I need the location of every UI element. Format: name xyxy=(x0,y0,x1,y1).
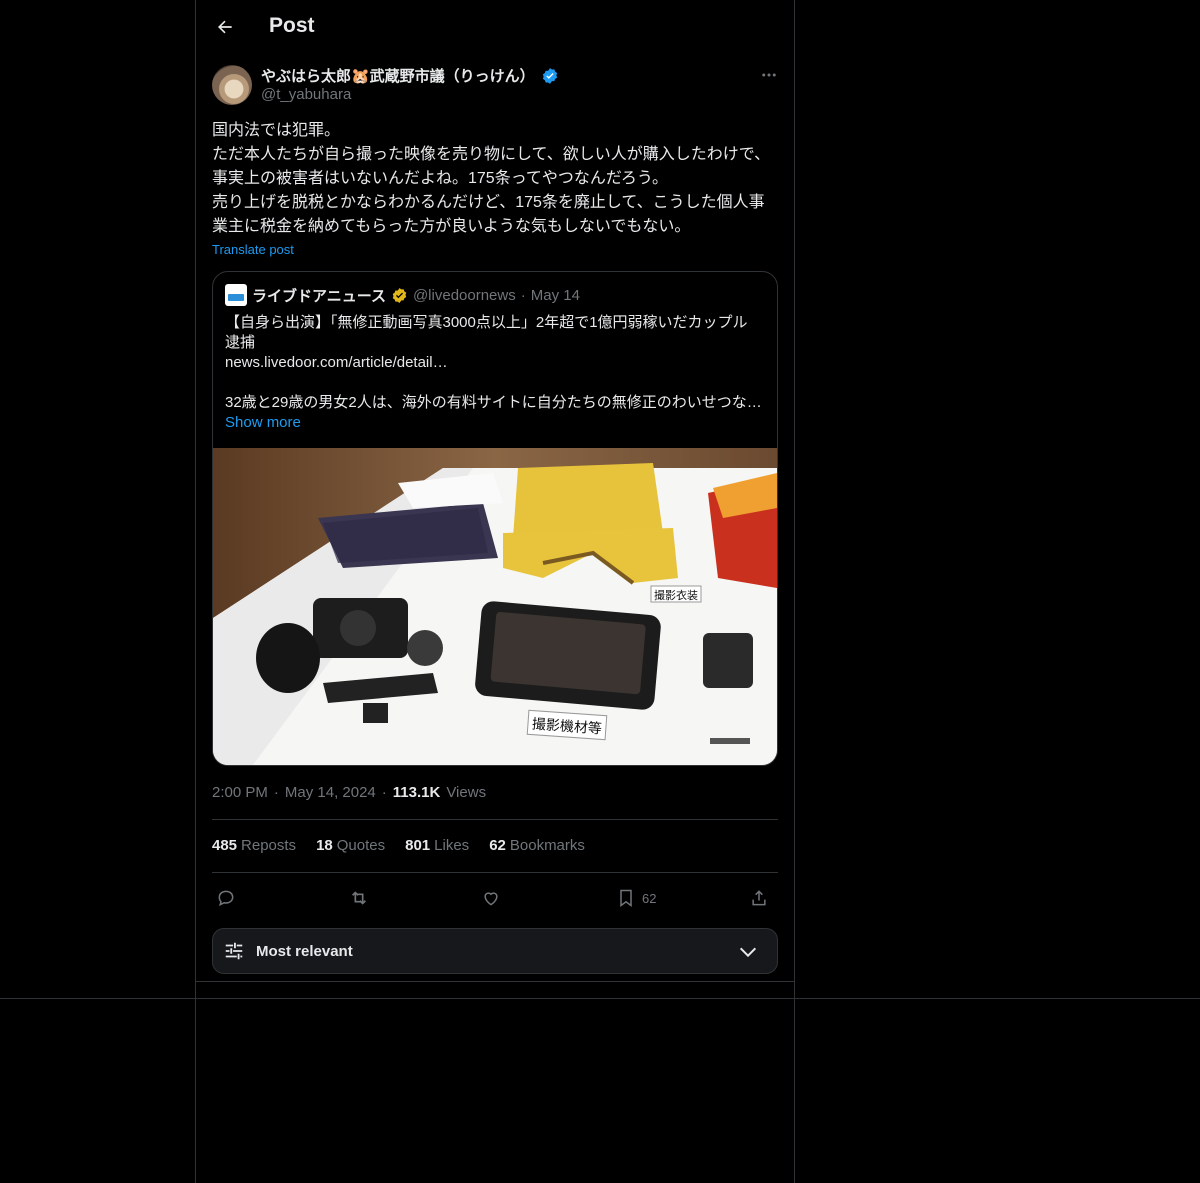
quoted-text-line: 逮捕 xyxy=(225,334,256,351)
page-title: Post xyxy=(269,14,315,37)
separator-dot: · xyxy=(273,784,279,801)
bookmarks-stat[interactable]: 62 Bookmarks xyxy=(489,837,585,854)
reposts-stat[interactable]: 485 Reposts xyxy=(212,837,296,854)
quoted-post-date: May 14 xyxy=(530,286,580,304)
quotes-stat[interactable]: 18 Quotes xyxy=(316,837,385,854)
show-more-link[interactable]: Show more xyxy=(225,414,301,431)
separator-dot: · xyxy=(520,286,526,304)
share-icon xyxy=(752,890,766,906)
reply-sort-dropdown[interactable]: Most relevant xyxy=(212,928,778,974)
main-column: Post やぶはら太郎🐹武蔵野市議（りっけん） @t_yabuhara 国内法で… xyxy=(195,0,795,1183)
reply-icon xyxy=(218,890,234,907)
quoted-author-handle: @livedoornews xyxy=(412,286,516,304)
back-button[interactable] xyxy=(212,14,238,40)
bookmark-icon xyxy=(620,889,632,907)
like-button[interactable] xyxy=(481,883,501,913)
bookmark-button[interactable]: 62 xyxy=(616,883,656,913)
sliders-icon xyxy=(225,942,243,960)
quoted-post-card[interactable]: ライブドアニュース @livedoornews · May 14 【自身ら出演】… xyxy=(212,271,778,766)
arrow-left-icon xyxy=(218,20,232,34)
top-bar: Post xyxy=(196,0,794,53)
author-name-row[interactable]: やぶはら太郎🐹武蔵野市議（りっけん） xyxy=(261,65,559,86)
quoted-post-header: ライブドアニュース @livedoornews · May 14 xyxy=(225,284,580,306)
divider xyxy=(212,872,778,873)
translate-post-link[interactable]: Translate post xyxy=(212,242,294,257)
divider xyxy=(212,819,778,820)
quoted-author-name: ライブドアニュース xyxy=(252,287,386,305)
quoted-text-line: 【自身ら出演】「無修正動画写真3000点以上」2年超で1億円弱稼いだカップル xyxy=(225,314,748,331)
sort-label: Most relevant xyxy=(256,943,353,960)
share-button[interactable] xyxy=(749,883,769,913)
verified-gold-badge-icon xyxy=(392,287,407,303)
heart-icon xyxy=(484,892,498,906)
photo-evidence-table: 撮影衣装 撮影機材等 xyxy=(213,448,777,765)
views-label: Views xyxy=(446,784,487,801)
image-label-costume: 撮影衣装 xyxy=(654,588,698,602)
bookmark-count: 62 xyxy=(642,890,657,906)
repost-icon xyxy=(351,891,367,905)
views-count: 113.1K xyxy=(392,784,441,801)
chevron-down-icon xyxy=(739,947,757,958)
post-meta: 2:00 PM · May 14, 2024 · 113.1K Views xyxy=(212,784,486,801)
verified-badge-icon xyxy=(542,67,557,84)
repost-button[interactable] xyxy=(348,883,370,913)
quoted-post-photo[interactable]: 撮影衣装 撮影機材等 xyxy=(213,448,777,765)
post-time[interactable]: 2:00 PM xyxy=(212,784,268,801)
author-display-name[interactable]: やぶはら太郎🐹武蔵野市議（りっけん） xyxy=(261,65,535,86)
post-text: 国内法では犯罪。 ただ本人たちが自ら撮った映像を売り物にして、欲しい人が購入した… xyxy=(212,122,771,235)
quoted-text-line: 32歳と29歳の男女2人は、海外の有料サイトに自分たちの無修正のわいせつな… xyxy=(225,394,762,411)
avatar[interactable] xyxy=(212,65,252,105)
separator-dot: · xyxy=(381,784,387,801)
reply-button[interactable] xyxy=(216,883,236,913)
more-options-button[interactable] xyxy=(758,64,780,86)
quoted-post-text: 【自身ら出演】「無修正動画写真3000点以上」2年超で1億円弱稼いだカップル 逮… xyxy=(225,313,765,413)
engagement-stats: 485 Reposts 18 Quotes 801 Likes 62 Bookmarks xyxy=(212,837,585,854)
likes-stat[interactable]: 801 Likes xyxy=(405,837,469,854)
quoted-link: news.livedoor.com/article/detail… xyxy=(225,354,448,371)
post-date[interactable]: May 14, 2024 xyxy=(285,784,376,801)
action-bar: 62 xyxy=(212,883,778,913)
more-horizontal-icon xyxy=(762,73,776,77)
livedoor-news-logo-icon xyxy=(225,284,247,306)
author-handle[interactable]: @t_yabuhara xyxy=(261,86,351,103)
